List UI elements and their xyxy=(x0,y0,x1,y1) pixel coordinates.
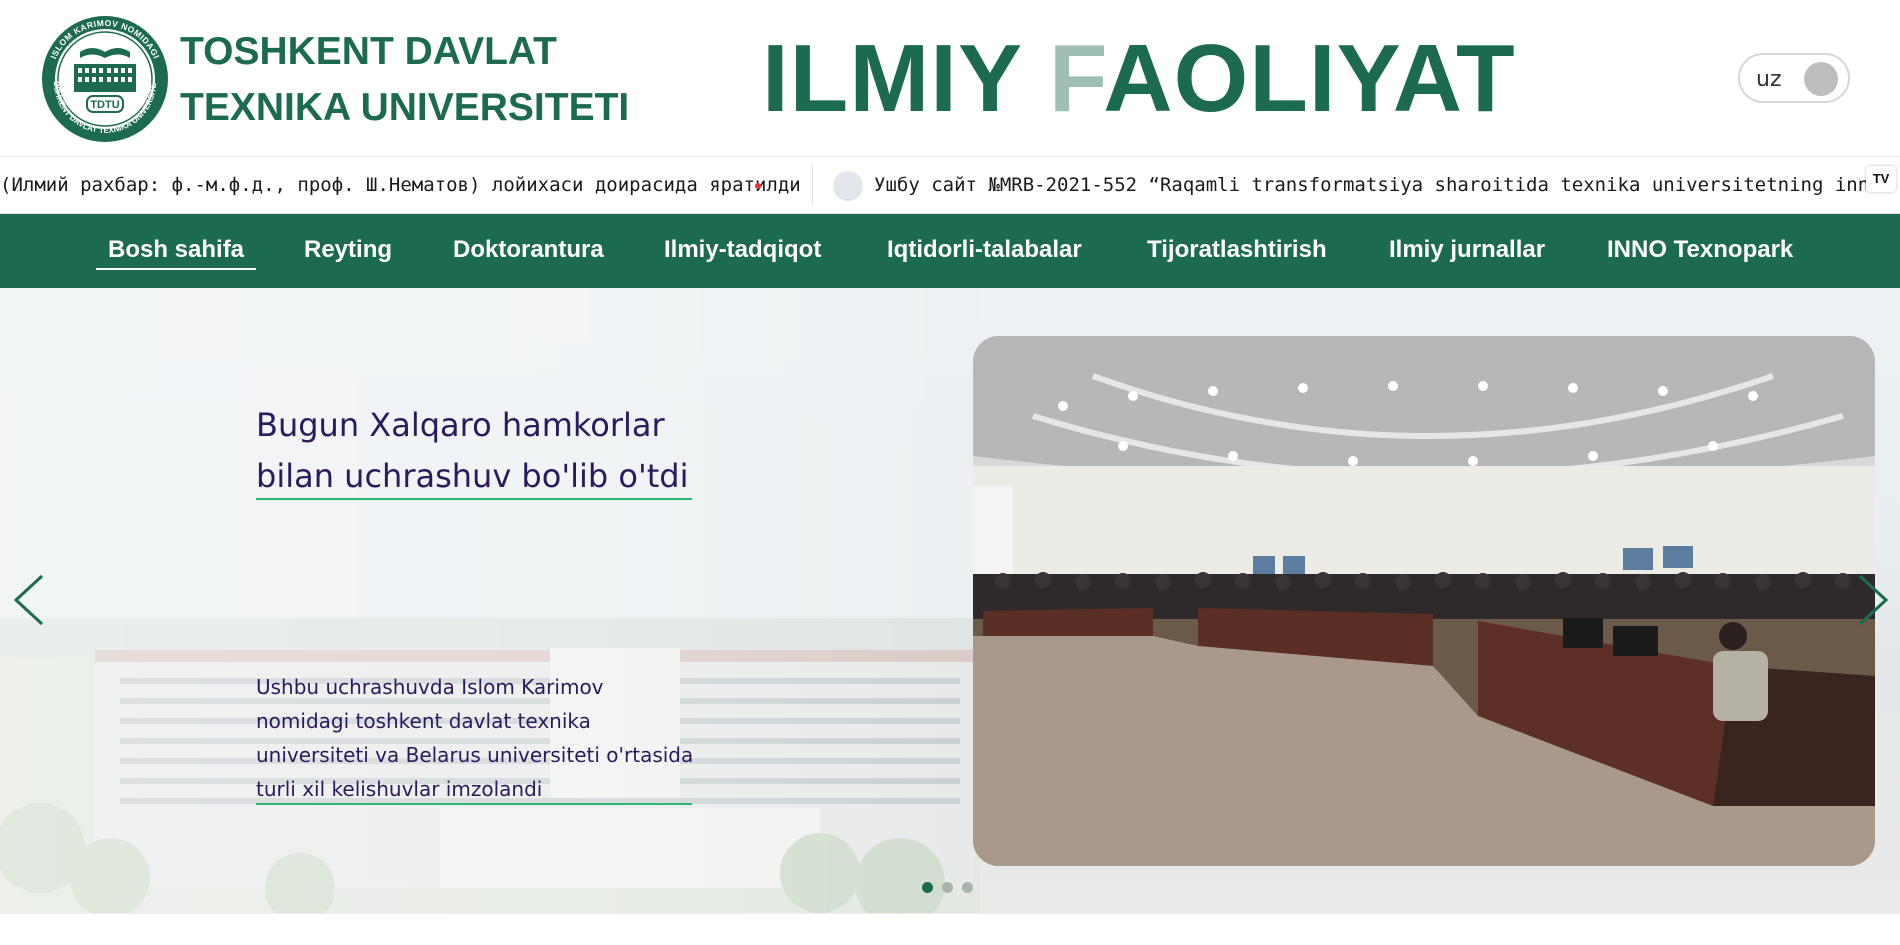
slider-dot-3[interactable] xyxy=(962,882,973,893)
university-name-line1: TOSHKENT DAVLAT xyxy=(180,30,557,73)
slide-title[interactable]: Bugun Xalqaro hamkorlar bilan uchrashuv … xyxy=(256,400,691,502)
slider-next-arrow-icon[interactable] xyxy=(1852,570,1892,630)
page-bottom-strip xyxy=(0,913,1900,945)
toggle-knob[interactable] xyxy=(1804,62,1838,96)
ticker-circle-icon xyxy=(833,171,863,201)
slider-dot-1[interactable] xyxy=(922,882,933,893)
news-ticker: (Илмий рахбар: ф.-м.ф.д., проф. Ш.Немато… xyxy=(0,156,1900,214)
site-header: TDTU ISLOM KARIMOV NOMIDAGI TOSHKENT DAV… xyxy=(0,0,1900,156)
site-title-part3: AOLIYAT xyxy=(1103,25,1516,132)
ticker-divider xyxy=(812,165,813,205)
main-navigation: Bosh sahifa Reyting Doktorantura Ilmiy-t… xyxy=(0,214,1900,288)
logo-badge-text: TDTU xyxy=(90,99,119,111)
university-name[interactable]: TOSHKENT DAVLAT TEXNIKA UNIVERSITETI xyxy=(180,24,629,136)
slider-prev-arrow-icon[interactable] xyxy=(10,570,50,630)
slide-description-underline xyxy=(256,803,692,805)
site-title-part1: ILMIY xyxy=(762,25,1049,132)
ticker-text-left: (Илмий рахбар: ф.-м.ф.д., проф. Ш.Немато… xyxy=(0,174,801,196)
slide-description: Ushbu uchrashuvda Islom Karimov nomidagi… xyxy=(256,675,694,801)
language-toggle[interactable]: uz xyxy=(1738,53,1850,103)
nav-item-ilmiy-tadqiqot[interactable]: Ilmiy-tadqiqot xyxy=(664,236,821,264)
site-title-part2: F xyxy=(1048,25,1104,132)
nav-item-inno-texnopark[interactable]: INNO Texnopark xyxy=(1607,236,1793,264)
university-logo[interactable]: TDTU ISLOM KARIMOV NOMIDAGI TOSHKENT DAV… xyxy=(40,14,170,144)
nav-item-iqtidorli-talabalar[interactable]: Iqtidorli-talabalar xyxy=(887,236,1082,264)
slide-title-underline xyxy=(256,498,692,500)
nav-item-ilmiy-jurnallar[interactable]: Ilmiy jurnallar xyxy=(1389,236,1545,264)
tradingview-badge[interactable]: TV xyxy=(1866,166,1896,192)
hero-slider: Bugun Xalqaro hamkorlar bilan uchrashuv … xyxy=(0,288,1900,913)
ticker-text-right: Ушбу сайт №MRB-2021-552 “Raqamli transfo… xyxy=(874,174,1866,196)
nav-item-doktorantura[interactable]: Doktorantura xyxy=(453,236,604,264)
site-title: ILMIY FAOLIYAT xyxy=(762,24,1516,134)
slide-photo[interactable] xyxy=(973,336,1875,866)
nav-item-reyting[interactable]: Reyting xyxy=(304,236,392,264)
ticker-separator-dot xyxy=(755,183,761,189)
language-label: uz xyxy=(1756,67,1782,92)
nav-item-bosh-sahifa[interactable]: Bosh sahifa xyxy=(96,236,257,270)
slider-dot-2[interactable] xyxy=(942,882,953,893)
hero-overlay xyxy=(0,288,980,913)
university-name-line2: TEXNIKA UNIVERSITETI xyxy=(180,86,630,129)
nav-item-tijoratlashtirish[interactable]: Tijoratlashtirish xyxy=(1147,236,1327,264)
